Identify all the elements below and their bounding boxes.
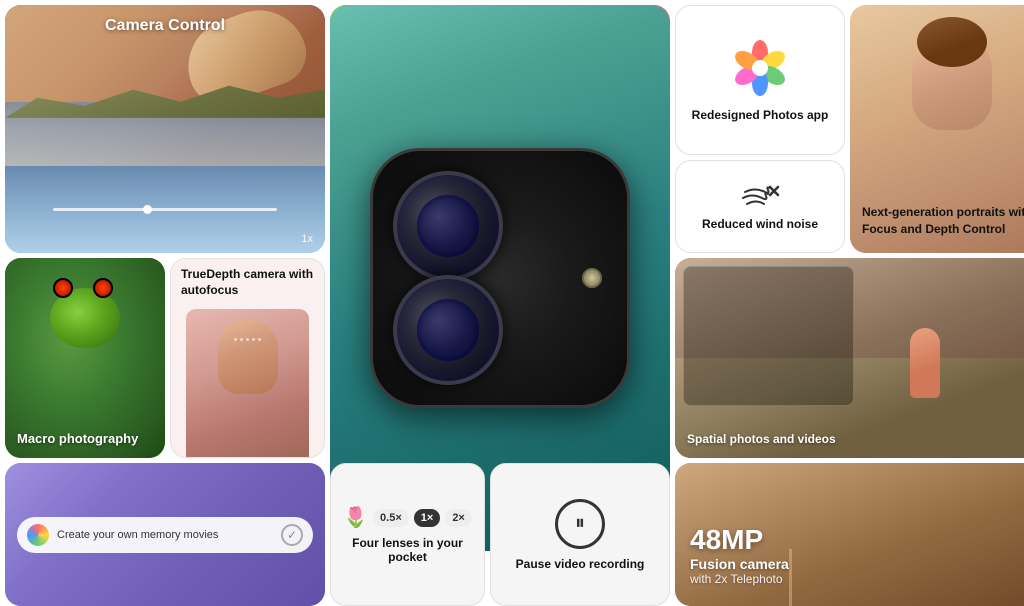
- spatial-photos-card: Spatial photos and videos: [675, 258, 1024, 458]
- spatial-label: Spatial photos and videos: [687, 430, 1024, 448]
- photos-app-icon: [730, 38, 790, 98]
- pause-video-card: ⏸ Pause video recording: [490, 463, 670, 606]
- lens-badges: 🌷 0.5× 1× 2×: [343, 505, 472, 530]
- four-lenses-card: 🌷 0.5× 1× 2× Four lenses in your pocket: [330, 463, 485, 606]
- memory-check-btn[interactable]: ✓: [281, 524, 303, 546]
- fusion-label: 48MP Fusion camera with 2x Telephoto: [690, 525, 789, 586]
- truedepth-card: TrueDepth camera with autofocus: [170, 258, 325, 458]
- truedepth-photo: [186, 309, 309, 457]
- fusion-telephoto: with 2x Telephoto: [690, 572, 789, 586]
- fusion-camera-name: Fusion camera: [690, 556, 789, 572]
- lens-badge-2x: 2×: [445, 509, 472, 527]
- camera-control-card: 1x Camera Control: [5, 5, 325, 253]
- truedepth-label: TrueDepth camera with autofocus: [171, 259, 324, 306]
- feature-grid: 1x Camera Control Clean Up Natural langu…: [0, 0, 1024, 576]
- four-lenses-label: Four lenses in your pocket: [339, 536, 476, 564]
- zoom-label: 1x: [301, 233, 313, 245]
- lens-housing: [370, 148, 630, 408]
- fusion-48mp: 48MP: [690, 525, 789, 556]
- pause-button[interactable]: ⏸: [555, 499, 605, 549]
- pause-video-label: Pause video recording: [516, 557, 645, 571]
- memory-icon: [27, 524, 49, 546]
- tulip-icon: 🌷: [343, 505, 368, 530]
- lens-system: [370, 148, 630, 408]
- lens-badge-1x: 1×: [414, 509, 441, 527]
- portrait-label: Next-generation portraits with Focus and…: [862, 204, 1024, 238]
- camera-control-title: Camera Control: [5, 17, 325, 35]
- fusion-camera-card: 48MP Fusion camera with 2x Telephoto: [675, 463, 1024, 606]
- spatial-screen-overlay: [683, 266, 854, 406]
- redesigned-photos-label: Redesigned Photos app: [682, 108, 839, 122]
- frog-bg: [5, 258, 165, 458]
- camera-control-bar: 1x: [5, 166, 325, 253]
- wind-icon: [740, 182, 780, 212]
- macro-label: Macro photography: [17, 430, 153, 448]
- lens-badge-05x: 0.5×: [373, 509, 409, 527]
- reduced-wind-label: Reduced wind noise: [702, 217, 818, 231]
- lens-1: [393, 171, 503, 281]
- memory-input-text: Create your own memory movies: [57, 529, 273, 541]
- memory-movies-card: Create your own memory movies ✓: [5, 463, 325, 606]
- reduced-wind-card: Reduced wind noise: [675, 160, 845, 253]
- macro-photography-card: Macro photography: [5, 258, 165, 458]
- memory-input-bar[interactable]: Create your own memory movies ✓: [17, 517, 313, 553]
- redesigned-photos-card: Redesigned Photos app: [675, 5, 845, 155]
- lens-2: [393, 275, 503, 385]
- flash-dot: [582, 268, 602, 288]
- slider: [53, 208, 277, 211]
- portrait-woman-card: Next-generation portraits with Focus and…: [850, 5, 1024, 253]
